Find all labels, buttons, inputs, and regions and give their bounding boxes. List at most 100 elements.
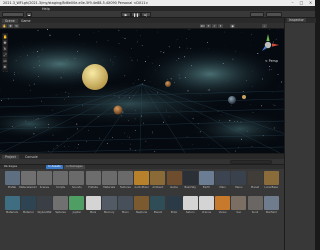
star: [127, 135, 129, 137]
star: [251, 34, 253, 36]
star: [49, 34, 51, 36]
star: [33, 133, 35, 135]
star: [168, 116, 170, 118]
account-dropdown[interactable]: [2, 12, 24, 17]
2d-toggle-icon[interactable]: 2D: [200, 24, 205, 28]
asset-thumbnail: [20, 171, 36, 185]
star: [272, 104, 274, 105]
star: [106, 142, 108, 144]
menu-help[interactable]: Help: [40, 7, 52, 11]
asset-item[interactable]: Starfield: [262, 196, 280, 214]
star: [130, 143, 131, 145]
planet-sphere[interactable]: [242, 95, 246, 99]
asset-thumbnail: [215, 171, 231, 185]
star: [124, 37, 126, 39]
main-toolbar: ☁ ▶ ❚❚ ▸|: [0, 11, 315, 18]
star: [145, 140, 147, 142]
star: [167, 79, 168, 81]
star: [144, 79, 146, 81]
sun-sphere[interactable]: [82, 64, 108, 90]
star: [14, 72, 15, 73]
asset-thumbnail: [85, 196, 101, 210]
hand-tool-icon[interactable]: ✋: [2, 24, 7, 28]
star: [162, 121, 164, 123]
asset-thumbnail: [247, 196, 263, 210]
star: [129, 97, 131, 99]
star: [118, 42, 120, 44]
star: [192, 118, 194, 120]
play-icon[interactable]: ▶: [121, 12, 131, 17]
star: [133, 83, 134, 84]
star: [186, 38, 188, 39]
star: [28, 84, 30, 86]
star: [241, 138, 242, 140]
perspective-label[interactable]: < Persp: [265, 59, 278, 63]
star: [66, 59, 67, 60]
lighting-icon[interactable]: ☀: [206, 24, 211, 28]
star: [35, 126, 36, 128]
audio-icon[interactable]: ♪: [212, 24, 217, 28]
star: [168, 46, 170, 48]
star: [11, 126, 13, 128]
star: [107, 39, 109, 41]
asset-thumbnail: [182, 171, 198, 185]
star: [30, 90, 31, 91]
star: [135, 110, 136, 111]
project-panel: Project Console Packages In Assets In Pa…: [0, 153, 284, 250]
layout-dropdown[interactable]: [266, 12, 282, 17]
tab-game[interactable]: Game: [18, 19, 34, 23]
effects-icon[interactable]: ✦: [218, 24, 223, 28]
asset-thumbnail: [69, 196, 85, 210]
search-icon[interactable]: ⌕: [262, 24, 267, 28]
asset-thumbnail: [117, 196, 133, 210]
scene-render: [0, 29, 284, 153]
star: [273, 127, 275, 129]
star: [78, 72, 79, 73]
star: [65, 91, 67, 93]
asset-label: LunarBase: [264, 186, 279, 189]
star: [208, 89, 210, 91]
asset-thumbnail: [4, 196, 20, 210]
asset-thumbnail: [53, 196, 69, 210]
star: [252, 86, 253, 87]
pause-icon[interactable]: ❚❚: [131, 12, 141, 17]
star: [68, 93, 70, 95]
star: [74, 57, 76, 59]
star: [242, 91, 244, 93]
asset-thumbnail: [36, 196, 52, 210]
move-tool-icon[interactable]: ✥: [8, 24, 13, 28]
planet-sphere[interactable]: [228, 96, 236, 104]
scene-viewport[interactable]: ✋ ✥ ↻ ⤢ ▭ ⊕ < Persp: [0, 29, 284, 153]
layers-dropdown[interactable]: [250, 12, 264, 17]
star: [86, 141, 88, 142]
asset-item[interactable]: LunarBase: [262, 171, 280, 189]
star: [81, 105, 83, 107]
star: [121, 115, 123, 117]
rotate-tool-icon[interactable]: ↻: [14, 24, 19, 28]
star: [140, 35, 141, 36]
star: [56, 94, 58, 95]
star: [159, 65, 160, 67]
star: [127, 120, 129, 121]
star: [176, 39, 178, 40]
step-icon[interactable]: ▸|: [141, 12, 151, 17]
star: [236, 121, 238, 122]
cloud-icon[interactable]: ☁: [26, 12, 32, 17]
star: [274, 105, 276, 106]
star: [135, 130, 137, 132]
star: [272, 41, 274, 43]
planet-sphere[interactable]: [113, 105, 123, 115]
gizmos-icon[interactable]: ◉: [230, 24, 235, 28]
star: [98, 137, 100, 139]
star: [131, 48, 132, 49]
tab-scene[interactable]: Scene: [2, 18, 18, 23]
star: [178, 57, 180, 59]
planet-sphere[interactable]: [165, 81, 171, 87]
tab-inspector[interactable]: Inspector: [285, 18, 316, 23]
search-input[interactable]: [230, 160, 272, 164]
star: [269, 66, 271, 68]
asset-thumbnail: [101, 196, 117, 210]
asset-thumbnail: [263, 171, 279, 185]
transform-tool-icon[interactable]: ⊕: [3, 64, 7, 70]
asset-thumbnail: [4, 171, 20, 185]
